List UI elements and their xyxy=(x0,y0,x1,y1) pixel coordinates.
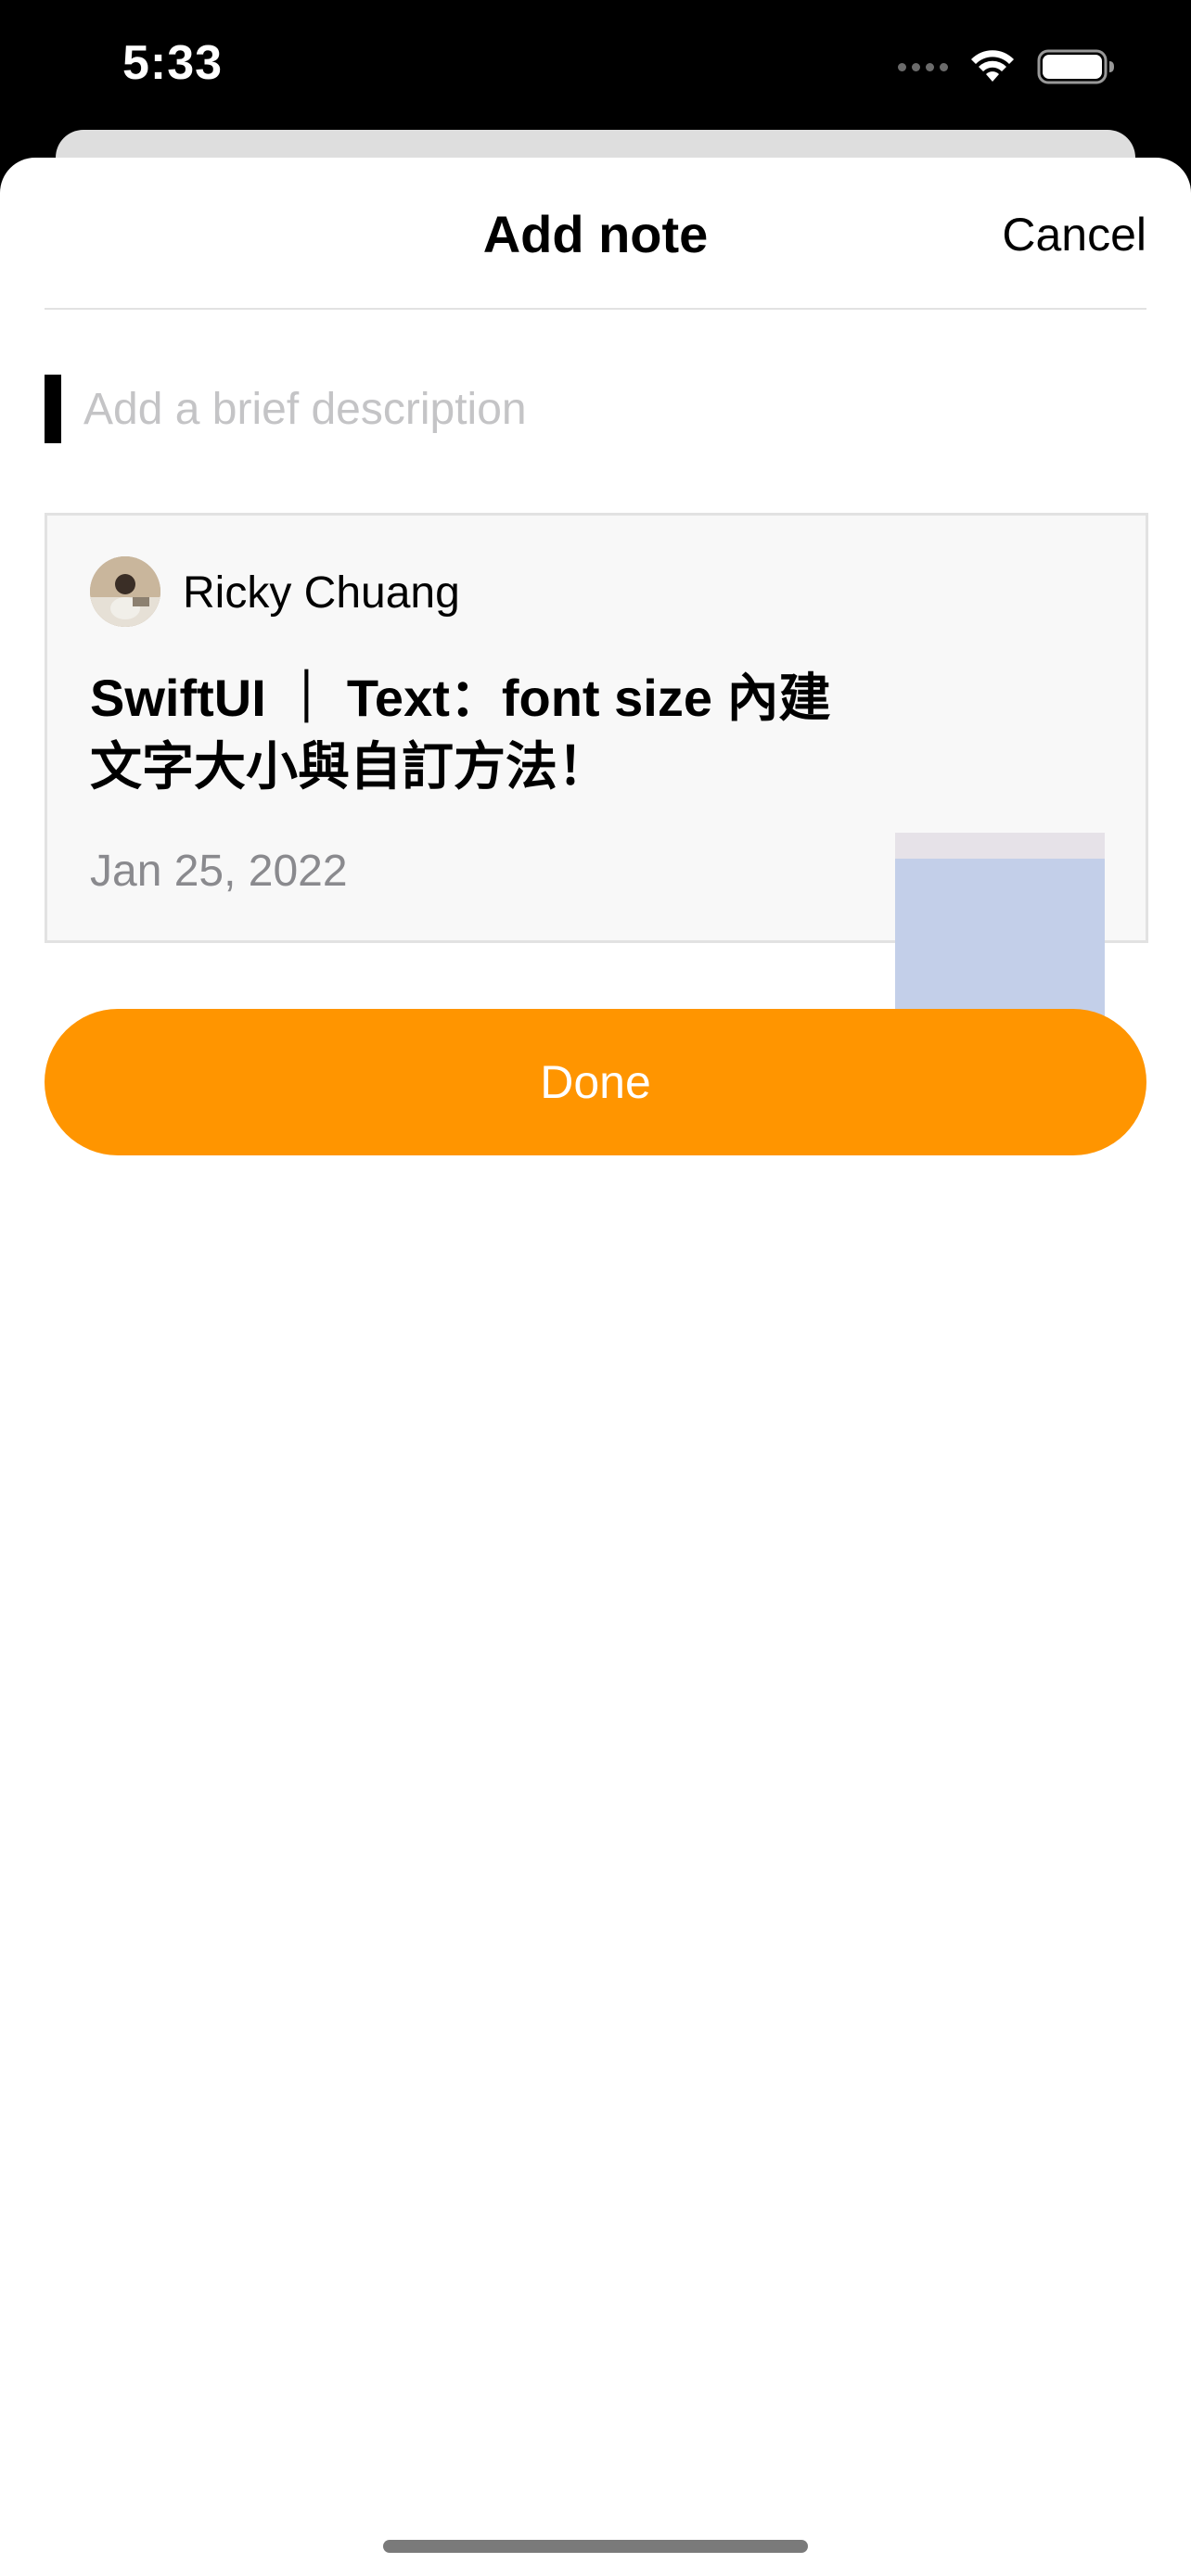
cellular-signal-icon xyxy=(898,62,948,71)
article-title: SwiftUI ｜ Text：font size 內建文字大小與自訂方法！ xyxy=(90,669,831,796)
article-card[interactable]: Ricky Chuang SwiftUI ｜ Text：font size 內建… xyxy=(45,513,1148,1042)
author-name: Ricky Chuang xyxy=(183,568,460,618)
page-title: Add note xyxy=(482,205,709,263)
battery-icon xyxy=(1037,49,1114,84)
text-cursor xyxy=(45,375,61,443)
description-input[interactable] xyxy=(83,375,1141,443)
article-date: Jan 25, 2022 xyxy=(90,847,348,896)
cancel-button[interactable]: Cancel xyxy=(1002,208,1146,261)
status-icons xyxy=(898,46,1117,87)
wifi-icon xyxy=(971,50,1014,82)
add-note-sheet: Add note Cancel Ricky Chuang SwiftUI ｜ T… xyxy=(0,158,1191,2576)
avatar xyxy=(90,556,160,627)
done-button[interactable]: Done xyxy=(45,1009,1146,1155)
status-time: 5:33 xyxy=(122,36,224,90)
status-bar: 5:33 xyxy=(0,0,1191,130)
nav-bar: Add note Cancel xyxy=(45,158,1146,310)
screen: 5:33 Add note Cancel Add a brief descrip… xyxy=(0,0,1191,2576)
home-indicator xyxy=(383,2540,808,2553)
description-row xyxy=(45,375,1146,445)
